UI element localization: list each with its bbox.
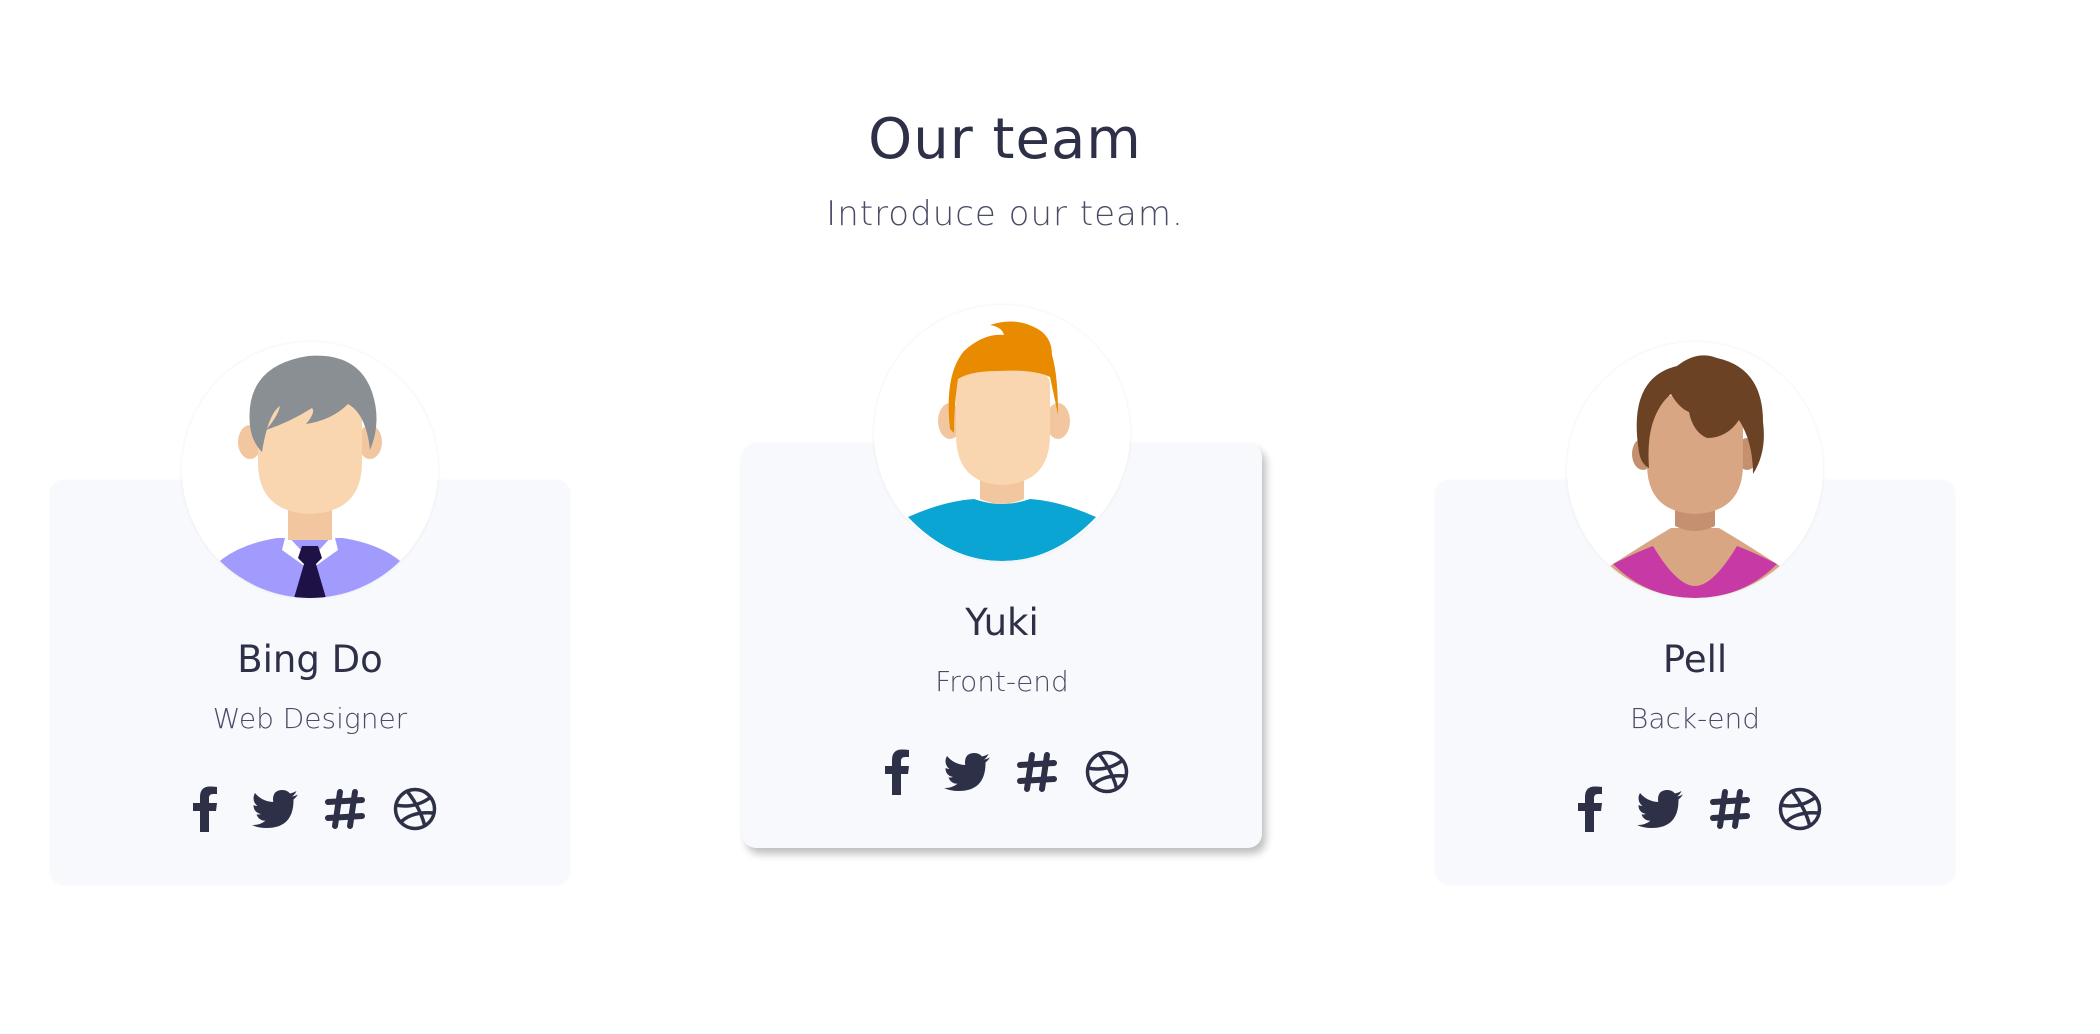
member-name: Yuki	[965, 601, 1039, 644]
slack-link[interactable]	[1706, 785, 1754, 833]
avatar-woman-brown-hair-icon	[1567, 342, 1823, 598]
dribbble-icon	[1085, 750, 1129, 794]
member-role: Back-end	[1630, 702, 1760, 735]
twitter-icon	[252, 790, 298, 828]
dribbble-link[interactable]	[391, 785, 439, 833]
member-social-links	[742, 748, 1262, 796]
team-section: Our team Introduce our team. Bing Do Web…	[0, 0, 2100, 1034]
facebook-icon	[193, 786, 217, 832]
member-role: Front-end	[935, 665, 1069, 698]
slack-icon	[1710, 789, 1750, 829]
member-avatar	[182, 342, 438, 598]
facebook-link[interactable]	[873, 748, 921, 796]
section-subtitle: Introduce our team.	[826, 194, 1184, 234]
facebook-link[interactable]	[1566, 785, 1614, 833]
dribbble-link[interactable]	[1776, 785, 1824, 833]
member-name: Pell	[1662, 638, 1728, 681]
slack-link[interactable]	[1013, 748, 1061, 796]
twitter-link[interactable]	[1636, 785, 1684, 833]
member-social-links	[1435, 785, 1955, 833]
twitter-link[interactable]	[251, 785, 299, 833]
member-name: Bing Do	[237, 638, 383, 681]
slack-link[interactable]	[321, 785, 369, 833]
section-title: Our team	[868, 107, 1142, 172]
slack-icon	[1017, 752, 1057, 792]
twitter-icon	[1637, 790, 1683, 828]
dribbble-icon	[393, 787, 437, 831]
facebook-icon	[1578, 786, 1602, 832]
member-avatar	[1567, 342, 1823, 598]
avatar-man-tie-icon	[182, 342, 438, 598]
facebook-link[interactable]	[181, 785, 229, 833]
member-social-links	[50, 785, 570, 833]
slack-icon	[325, 789, 365, 829]
avatar-orange-hair-icon	[874, 305, 1130, 561]
member-role: Web Designer	[212, 702, 408, 735]
dribbble-icon	[1778, 787, 1822, 831]
section-header: Our team Introduce our team.	[0, 100, 2010, 234]
member-avatar	[874, 305, 1130, 561]
twitter-icon	[944, 753, 990, 791]
facebook-icon	[885, 749, 909, 795]
dribbble-link[interactable]	[1083, 748, 1131, 796]
twitter-link[interactable]	[943, 748, 991, 796]
